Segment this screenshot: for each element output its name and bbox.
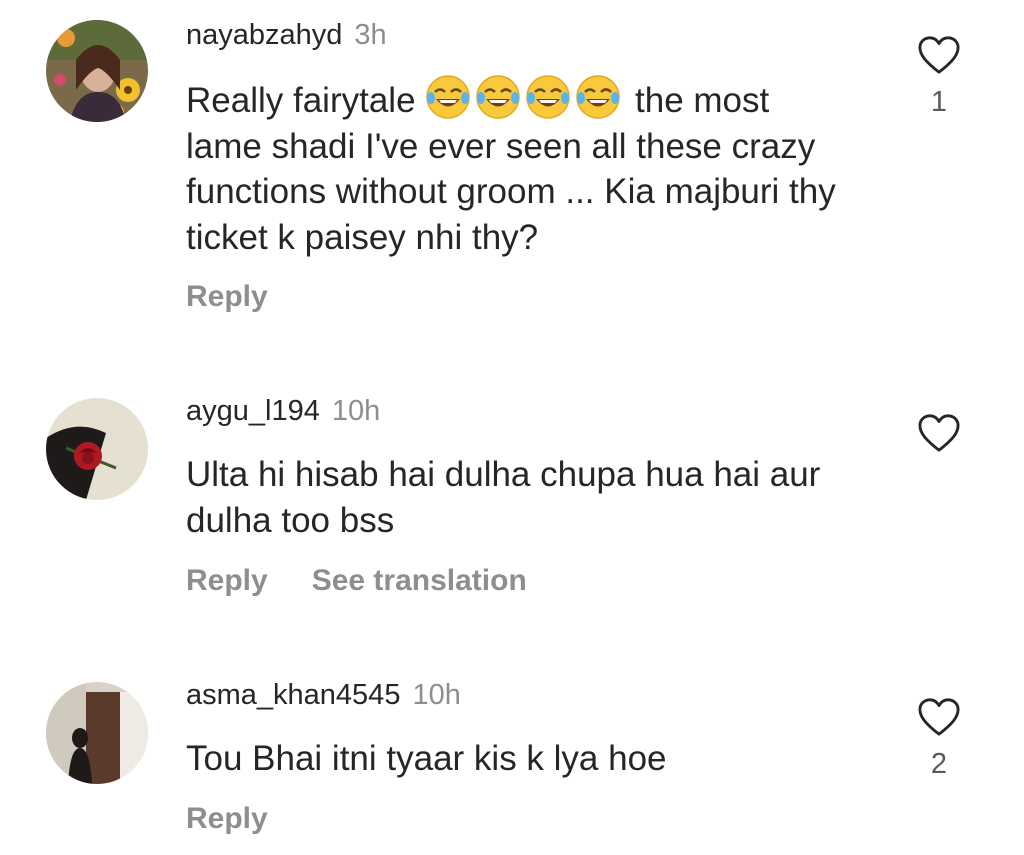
like-count: 1	[930, 86, 948, 118]
reply-button[interactable]: Reply	[186, 564, 268, 597]
comment-meta: nayabzahyd 3h	[186, 18, 387, 52]
like-count: 2	[930, 748, 948, 780]
avatar[interactable]	[46, 682, 148, 784]
username[interactable]: aygu_l194	[186, 395, 320, 427]
comment-time: 10h	[331, 395, 381, 427]
comment-text: Really fairytale the most lame shadi I'v…	[186, 74, 846, 260]
heart-icon[interactable]	[916, 412, 962, 454]
comment-actions: Reply See translation	[186, 564, 527, 598]
comment-text: Tou Bhai itni tyaar kis k lya hoe	[186, 739, 667, 778]
comment-actions: Reply	[186, 802, 268, 836]
heart-icon[interactable]	[916, 696, 962, 738]
avatar-photo-rose	[46, 398, 148, 500]
tears-of-joy-emoji-icon	[425, 74, 471, 120]
username[interactable]: asma_khan4545	[186, 679, 400, 711]
avatar[interactable]	[46, 20, 148, 122]
comment-text: Ulta hi hisab hai dulha chupa hua hai au…	[186, 455, 821, 540]
reply-button[interactable]: Reply	[186, 802, 268, 835]
tears-of-joy-emoji-icon	[575, 74, 621, 120]
like-column: 2	[912, 696, 966, 781]
comment-time: 10h	[412, 679, 461, 711]
reply-button[interactable]: Reply	[186, 280, 268, 313]
username[interactable]: nayabzahyd	[186, 19, 342, 51]
see-translation-button[interactable]: See translation	[312, 564, 527, 597]
comment-time: 3h	[354, 19, 387, 51]
avatar[interactable]	[46, 398, 148, 500]
like-column	[912, 412, 966, 454]
avatar-photo-person	[46, 682, 148, 784]
avatar-photo-flowers	[46, 20, 148, 122]
like-column: 1	[912, 34, 966, 119]
heart-icon[interactable]	[916, 34, 962, 76]
comment-meta: asma_khan4545 10h	[186, 678, 461, 712]
tears-of-joy-emoji-icon	[525, 74, 571, 120]
tears-of-joy-emoji-icon	[475, 74, 521, 120]
comment-actions: Reply	[186, 280, 268, 314]
comment-meta: aygu_l194 10h	[186, 394, 380, 428]
comment-text-part: Really fairytale	[186, 81, 416, 120]
